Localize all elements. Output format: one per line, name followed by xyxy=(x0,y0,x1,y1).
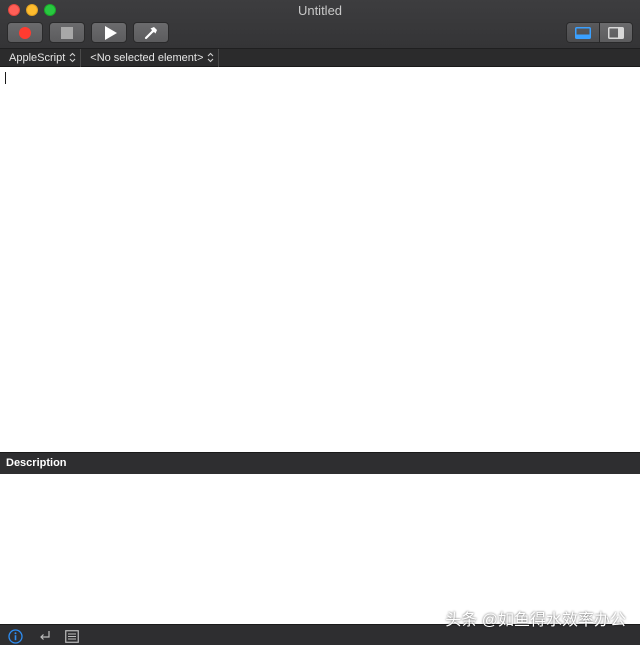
compile-button[interactable] xyxy=(133,22,169,43)
bottom-pane-icon xyxy=(575,26,591,39)
element-popup[interactable]: <No selected element> xyxy=(81,48,220,67)
updown-arrows-icon xyxy=(207,52,214,63)
text-caret xyxy=(5,72,6,84)
element-label: <No selected element> xyxy=(90,51,204,64)
run-button[interactable] xyxy=(91,22,127,43)
script-editor-window: Untitled AppleScript <No selected elemen… xyxy=(0,0,640,645)
bottom-pane-toggle[interactable] xyxy=(567,23,599,42)
play-icon xyxy=(104,25,117,40)
script-editor[interactable] xyxy=(0,67,640,452)
record-icon xyxy=(19,26,31,39)
watermark: 头条 @如鱼得水效率办公 xyxy=(445,612,626,629)
record-button[interactable] xyxy=(7,22,43,43)
window-title: Untitled xyxy=(297,3,343,18)
updown-arrows-icon xyxy=(69,52,76,63)
sidebar-pane-icon xyxy=(608,26,624,39)
view-toggle xyxy=(566,22,633,43)
navigation-bar: AppleScript <No selected element> xyxy=(0,48,640,67)
language-popup[interactable]: AppleScript xyxy=(0,48,82,67)
language-label: AppleScript xyxy=(9,51,66,64)
info-icon[interactable] xyxy=(7,628,23,644)
title-bar: Untitled xyxy=(0,0,640,49)
description-header: Description xyxy=(0,452,640,474)
log-icon[interactable] xyxy=(64,628,80,644)
sidebar-pane-toggle[interactable] xyxy=(599,23,632,42)
stop-icon xyxy=(61,26,73,39)
reply-icon[interactable] xyxy=(37,628,53,644)
stop-button[interactable] xyxy=(49,22,85,43)
description-field[interactable] xyxy=(0,474,640,624)
hammer-icon xyxy=(144,26,157,39)
